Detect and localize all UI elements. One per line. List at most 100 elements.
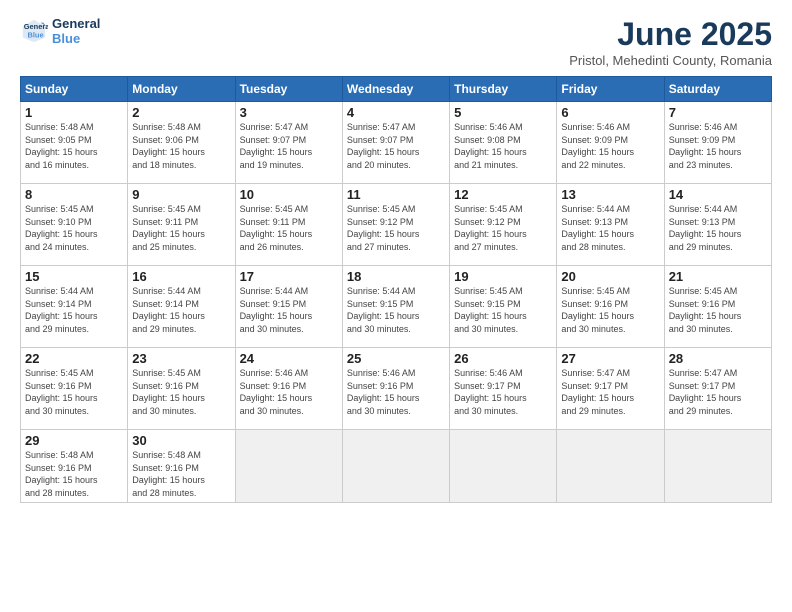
- title-block: June 2025 Pristol, Mehedinti County, Rom…: [569, 16, 772, 68]
- table-row: 14Sunrise: 5:44 AM Sunset: 9:13 PM Dayli…: [664, 184, 771, 266]
- day-info: Sunrise: 5:48 AM Sunset: 9:06 PM Dayligh…: [132, 121, 230, 171]
- day-info: Sunrise: 5:46 AM Sunset: 9:08 PM Dayligh…: [454, 121, 552, 171]
- day-number: 28: [669, 351, 767, 366]
- calendar-header-row: Sunday Monday Tuesday Wednesday Thursday…: [21, 77, 772, 102]
- day-info: Sunrise: 5:45 AM Sunset: 9:11 PM Dayligh…: [132, 203, 230, 253]
- table-row: 10Sunrise: 5:45 AM Sunset: 9:11 PM Dayli…: [235, 184, 342, 266]
- table-row: 25Sunrise: 5:46 AM Sunset: 9:16 PM Dayli…: [342, 348, 449, 430]
- day-number: 8: [25, 187, 123, 202]
- table-row: 17Sunrise: 5:44 AM Sunset: 9:15 PM Dayli…: [235, 266, 342, 348]
- day-number: 26: [454, 351, 552, 366]
- day-number: 5: [454, 105, 552, 120]
- table-row: 21Sunrise: 5:45 AM Sunset: 9:16 PM Dayli…: [664, 266, 771, 348]
- table-row: 29Sunrise: 5:48 AM Sunset: 9:16 PM Dayli…: [21, 430, 128, 503]
- logo: General Blue General Blue: [20, 16, 100, 46]
- day-number: 22: [25, 351, 123, 366]
- day-number: 4: [347, 105, 445, 120]
- header-monday: Monday: [128, 77, 235, 102]
- day-info: Sunrise: 5:45 AM Sunset: 9:16 PM Dayligh…: [25, 367, 123, 417]
- table-row: [235, 430, 342, 503]
- day-number: 18: [347, 269, 445, 284]
- day-info: Sunrise: 5:45 AM Sunset: 9:12 PM Dayligh…: [347, 203, 445, 253]
- header-friday: Friday: [557, 77, 664, 102]
- day-info: Sunrise: 5:45 AM Sunset: 9:11 PM Dayligh…: [240, 203, 338, 253]
- month-title: June 2025: [569, 16, 772, 53]
- table-row: [450, 430, 557, 503]
- day-number: 11: [347, 187, 445, 202]
- day-number: 20: [561, 269, 659, 284]
- day-info: Sunrise: 5:44 AM Sunset: 9:13 PM Dayligh…: [561, 203, 659, 253]
- header: General Blue General Blue June 2025 Pris…: [20, 16, 772, 68]
- day-info: Sunrise: 5:47 AM Sunset: 9:07 PM Dayligh…: [240, 121, 338, 171]
- day-number: 13: [561, 187, 659, 202]
- table-row: 15Sunrise: 5:44 AM Sunset: 9:14 PM Dayli…: [21, 266, 128, 348]
- table-row: [664, 430, 771, 503]
- day-info: Sunrise: 5:45 AM Sunset: 9:10 PM Dayligh…: [25, 203, 123, 253]
- day-number: 16: [132, 269, 230, 284]
- day-number: 14: [669, 187, 767, 202]
- day-number: 10: [240, 187, 338, 202]
- day-info: Sunrise: 5:48 AM Sunset: 9:16 PM Dayligh…: [132, 449, 230, 499]
- table-row: 30Sunrise: 5:48 AM Sunset: 9:16 PM Dayli…: [128, 430, 235, 503]
- day-info: Sunrise: 5:45 AM Sunset: 9:16 PM Dayligh…: [132, 367, 230, 417]
- table-row: 7Sunrise: 5:46 AM Sunset: 9:09 PM Daylig…: [664, 102, 771, 184]
- header-sunday: Sunday: [21, 77, 128, 102]
- table-row: 22Sunrise: 5:45 AM Sunset: 9:16 PM Dayli…: [21, 348, 128, 430]
- table-row: 24Sunrise: 5:46 AM Sunset: 9:16 PM Dayli…: [235, 348, 342, 430]
- table-row: [557, 430, 664, 503]
- header-thursday: Thursday: [450, 77, 557, 102]
- table-row: 11Sunrise: 5:45 AM Sunset: 9:12 PM Dayli…: [342, 184, 449, 266]
- day-number: 9: [132, 187, 230, 202]
- day-info: Sunrise: 5:44 AM Sunset: 9:15 PM Dayligh…: [240, 285, 338, 335]
- day-info: Sunrise: 5:44 AM Sunset: 9:13 PM Dayligh…: [669, 203, 767, 253]
- table-row: 3Sunrise: 5:47 AM Sunset: 9:07 PM Daylig…: [235, 102, 342, 184]
- day-number: 7: [669, 105, 767, 120]
- table-row: 2Sunrise: 5:48 AM Sunset: 9:06 PM Daylig…: [128, 102, 235, 184]
- table-row: 27Sunrise: 5:47 AM Sunset: 9:17 PM Dayli…: [557, 348, 664, 430]
- table-row: 16Sunrise: 5:44 AM Sunset: 9:14 PM Dayli…: [128, 266, 235, 348]
- day-info: Sunrise: 5:47 AM Sunset: 9:17 PM Dayligh…: [669, 367, 767, 417]
- day-info: Sunrise: 5:48 AM Sunset: 9:16 PM Dayligh…: [25, 449, 123, 499]
- day-number: 2: [132, 105, 230, 120]
- page: General Blue General Blue June 2025 Pris…: [0, 0, 792, 612]
- day-number: 1: [25, 105, 123, 120]
- day-info: Sunrise: 5:45 AM Sunset: 9:16 PM Dayligh…: [561, 285, 659, 335]
- day-info: Sunrise: 5:45 AM Sunset: 9:16 PM Dayligh…: [669, 285, 767, 335]
- day-info: Sunrise: 5:44 AM Sunset: 9:14 PM Dayligh…: [25, 285, 123, 335]
- day-info: Sunrise: 5:45 AM Sunset: 9:12 PM Dayligh…: [454, 203, 552, 253]
- day-number: 23: [132, 351, 230, 366]
- day-info: Sunrise: 5:47 AM Sunset: 9:17 PM Dayligh…: [561, 367, 659, 417]
- table-row: 18Sunrise: 5:44 AM Sunset: 9:15 PM Dayli…: [342, 266, 449, 348]
- day-number: 30: [132, 433, 230, 448]
- logo-line1: General: [52, 16, 100, 31]
- day-number: 27: [561, 351, 659, 366]
- table-row: 5Sunrise: 5:46 AM Sunset: 9:08 PM Daylig…: [450, 102, 557, 184]
- table-row: 19Sunrise: 5:45 AM Sunset: 9:15 PM Dayli…: [450, 266, 557, 348]
- calendar-table: Sunday Monday Tuesday Wednesday Thursday…: [20, 76, 772, 503]
- table-row: 8Sunrise: 5:45 AM Sunset: 9:10 PM Daylig…: [21, 184, 128, 266]
- logo-icon: General Blue: [20, 17, 48, 45]
- table-row: 4Sunrise: 5:47 AM Sunset: 9:07 PM Daylig…: [342, 102, 449, 184]
- day-info: Sunrise: 5:44 AM Sunset: 9:15 PM Dayligh…: [347, 285, 445, 335]
- day-info: Sunrise: 5:47 AM Sunset: 9:07 PM Dayligh…: [347, 121, 445, 171]
- day-number: 24: [240, 351, 338, 366]
- table-row: 6Sunrise: 5:46 AM Sunset: 9:09 PM Daylig…: [557, 102, 664, 184]
- day-number: 25: [347, 351, 445, 366]
- header-saturday: Saturday: [664, 77, 771, 102]
- day-info: Sunrise: 5:46 AM Sunset: 9:16 PM Dayligh…: [240, 367, 338, 417]
- day-number: 6: [561, 105, 659, 120]
- logo-line2: Blue: [52, 31, 100, 46]
- day-number: 29: [25, 433, 123, 448]
- day-number: 17: [240, 269, 338, 284]
- day-number: 15: [25, 269, 123, 284]
- day-info: Sunrise: 5:48 AM Sunset: 9:05 PM Dayligh…: [25, 121, 123, 171]
- day-number: 19: [454, 269, 552, 284]
- day-info: Sunrise: 5:46 AM Sunset: 9:09 PM Dayligh…: [669, 121, 767, 171]
- table-row: [342, 430, 449, 503]
- header-tuesday: Tuesday: [235, 77, 342, 102]
- table-row: 13Sunrise: 5:44 AM Sunset: 9:13 PM Dayli…: [557, 184, 664, 266]
- svg-text:Blue: Blue: [27, 31, 43, 40]
- day-number: 21: [669, 269, 767, 284]
- table-row: 28Sunrise: 5:47 AM Sunset: 9:17 PM Dayli…: [664, 348, 771, 430]
- location: Pristol, Mehedinti County, Romania: [569, 53, 772, 68]
